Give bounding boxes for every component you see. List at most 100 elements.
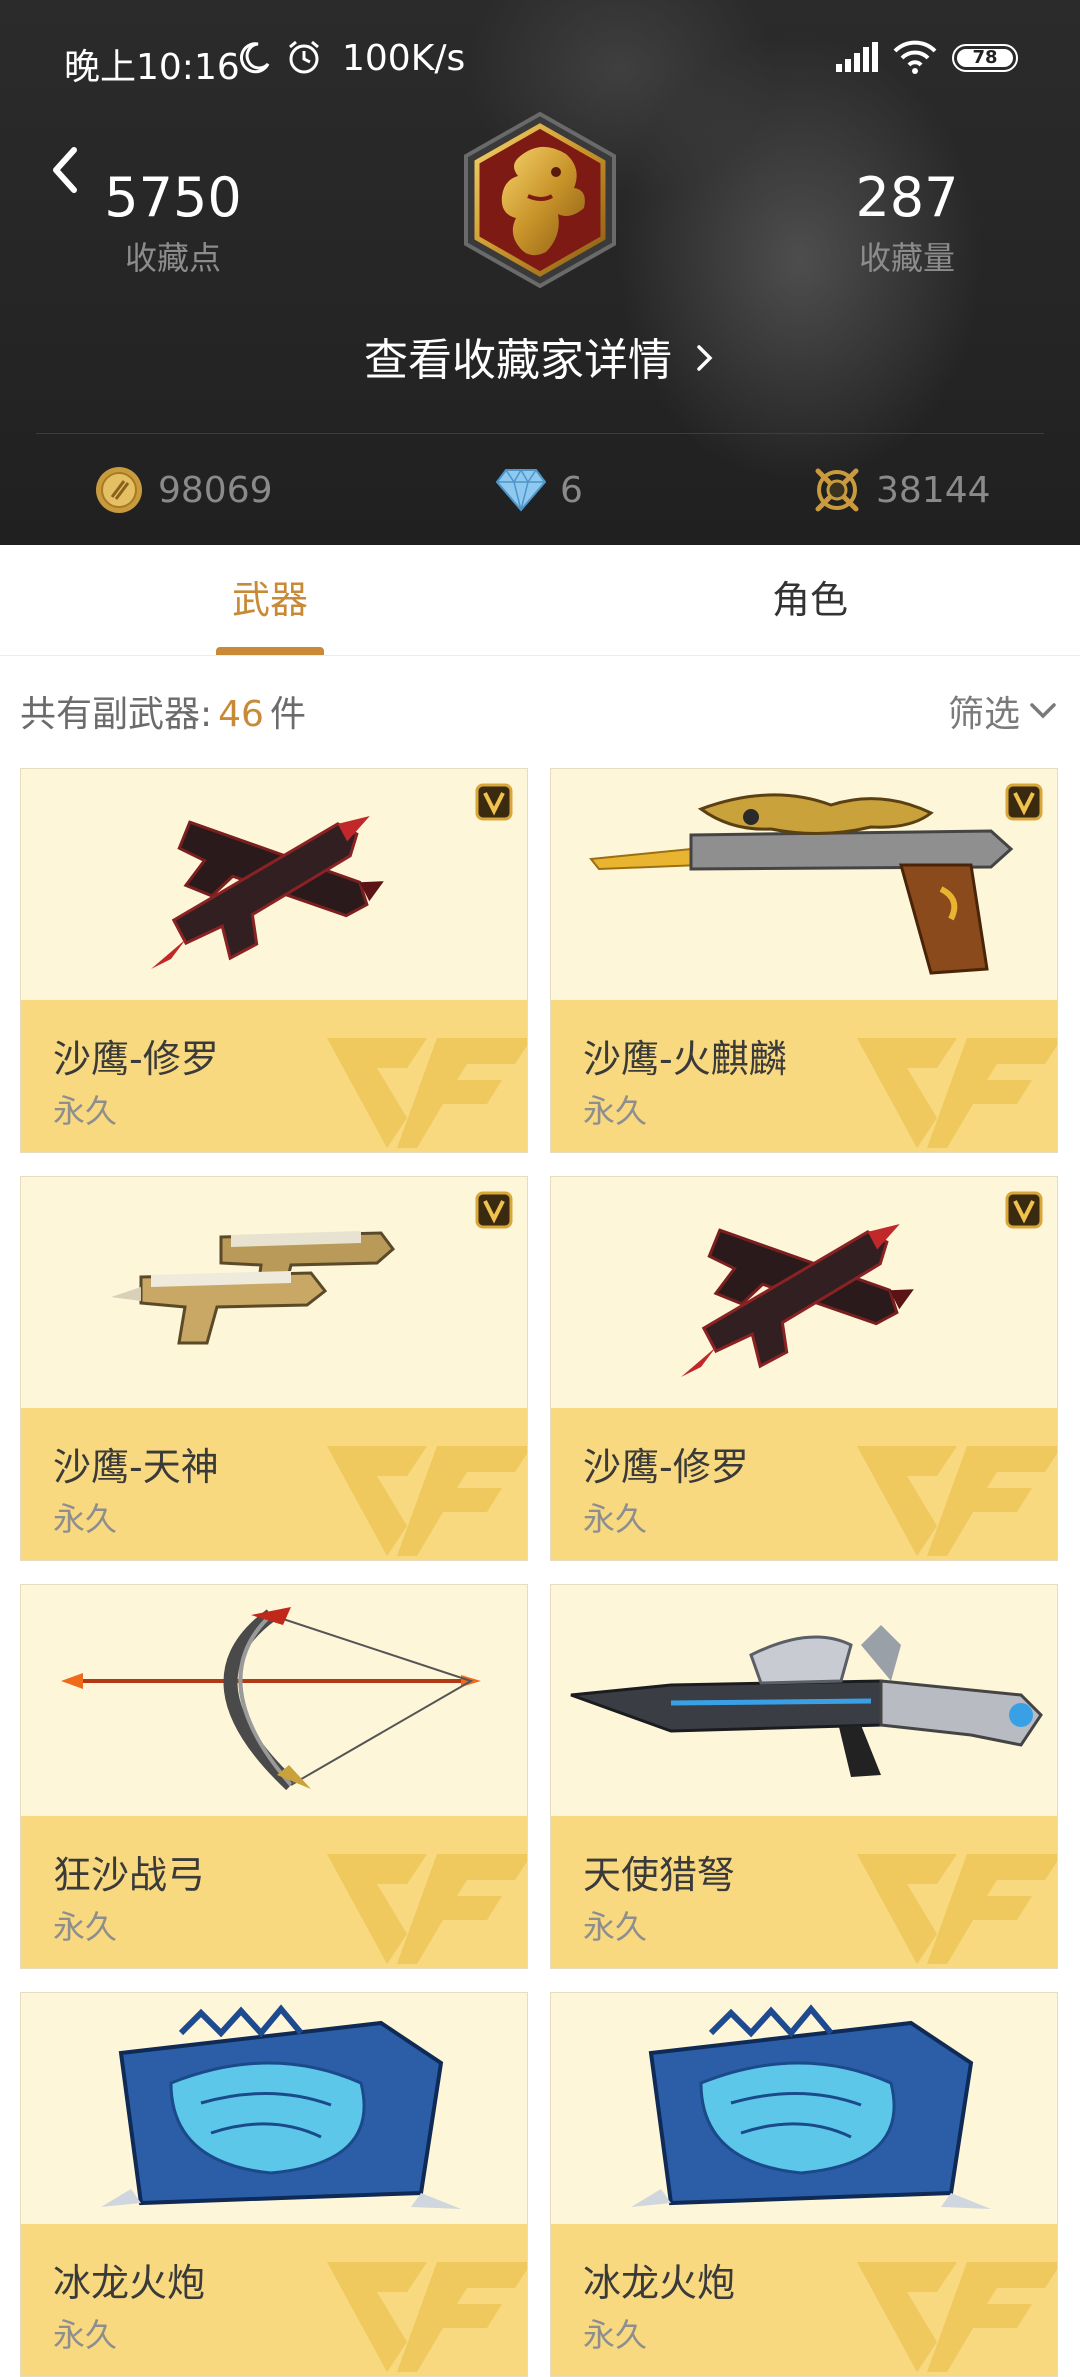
filter-button[interactable]: 筛选 bbox=[948, 685, 1060, 737]
cf-logo-icon bbox=[857, 1038, 1057, 1148]
weapon-image-area bbox=[21, 1585, 527, 1816]
item-count-prefix: 共有副武器: bbox=[20, 694, 213, 735]
weapon-card[interactable]: 冰龙火炮 永久 bbox=[20, 1992, 528, 2377]
collection-points-label: 收藏点 bbox=[124, 239, 221, 277]
chevron-right-icon bbox=[697, 345, 713, 371]
diamond-icon bbox=[496, 468, 546, 512]
gold-coin-icon bbox=[96, 467, 142, 513]
item-count-text: 共有副武器: 46 件 bbox=[20, 685, 306, 737]
weapon-image-area bbox=[21, 1177, 527, 1408]
cf-logo-icon bbox=[327, 1446, 527, 1556]
weapon-info-area: 冰龙火炮 永久 bbox=[21, 2224, 527, 2376]
vip-badge-icon bbox=[475, 1191, 513, 1229]
weapon-image-area bbox=[21, 769, 527, 1000]
weapon-name: 冰龙火炮 bbox=[53, 2261, 206, 2305]
weapon-name: 沙鹰-修罗 bbox=[53, 1037, 219, 1081]
weapon-info-area: 沙鹰-火麒麟 永久 bbox=[551, 1000, 1057, 1152]
dual-pistol-dark-icon bbox=[151, 815, 384, 969]
weapon-image-area bbox=[21, 1993, 527, 2224]
ice-dragon-cannon-icon bbox=[101, 2004, 461, 2209]
currency-honor: 38144 bbox=[812, 460, 991, 520]
cf-logo-icon bbox=[327, 1038, 527, 1148]
item-count-number: 46 bbox=[218, 694, 264, 735]
weapon-card[interactable]: 冰龙火炮 永久 bbox=[550, 1992, 1058, 2377]
weapon-duration: 永久 bbox=[53, 1092, 118, 1130]
header-divider bbox=[36, 433, 1044, 434]
weapon-duration: 永久 bbox=[53, 2316, 118, 2354]
collection-points-stat: 5750 收藏点 bbox=[48, 165, 298, 279]
weapon-card[interactable]: 沙鹰-火麒麟 永久 bbox=[550, 768, 1058, 1153]
filter-label: 筛选 bbox=[947, 694, 1020, 735]
diamond-value: 6 bbox=[560, 469, 583, 511]
currency-gold: 98069 bbox=[94, 460, 273, 520]
category-tabs: 武器 角色 bbox=[0, 545, 1080, 656]
vip-badge-icon bbox=[1005, 783, 1043, 821]
moon-icon bbox=[239, 42, 270, 74]
network-speed: 100K/s bbox=[342, 38, 466, 79]
dual-gold-pistol-icon bbox=[111, 1231, 396, 1345]
weapon-card[interactable]: 沙鹰-修罗 永久 bbox=[20, 768, 528, 1153]
item-count-unit: 件 bbox=[269, 694, 306, 735]
weapon-duration: 永久 bbox=[583, 1908, 648, 1946]
collection-points-value: 5750 bbox=[104, 166, 242, 229]
weapon-info-area: 天使猎弩 永久 bbox=[551, 1816, 1057, 1968]
gold-value: 98069 bbox=[158, 469, 273, 511]
wifi-icon bbox=[893, 40, 937, 74]
collector-header: 晚上10:16 100K/s 78 5750 收藏点 287 收藏量 查看收藏家… bbox=[0, 0, 1080, 545]
cf-logo-icon bbox=[327, 2262, 527, 2372]
weapon-image-area bbox=[551, 1993, 1057, 2224]
weapon-card[interactable]: 沙鹰-天神 永久 bbox=[20, 1176, 528, 1561]
cf-logo-icon bbox=[857, 2262, 1057, 2372]
vip-badge-icon bbox=[475, 783, 513, 821]
alarm-icon bbox=[289, 40, 319, 74]
weapon-duration: 永久 bbox=[583, 1092, 648, 1130]
status-time: 晚上10:16 bbox=[64, 47, 240, 88]
cf-logo-icon bbox=[857, 1446, 1057, 1556]
summary-row: 共有副武器: 46 件 筛选 bbox=[0, 665, 1080, 755]
active-tab-indicator bbox=[216, 647, 324, 655]
tab-weapons[interactable]: 武器 bbox=[0, 545, 540, 655]
golden-dragon-pistol-icon bbox=[589, 793, 1014, 975]
crossed-swords-icon bbox=[815, 468, 859, 512]
tab-characters[interactable]: 角色 bbox=[540, 545, 1080, 655]
weapon-image-area bbox=[551, 769, 1057, 1000]
ice-dragon-cannon-icon bbox=[631, 2004, 991, 2209]
crossbow-icon bbox=[570, 1625, 1043, 1777]
weapon-info-area: 沙鹰-天神 永久 bbox=[21, 1408, 527, 1560]
weapon-name: 沙鹰-修罗 bbox=[583, 1445, 749, 1489]
dual-pistol-dark-icon bbox=[681, 1223, 914, 1377]
weapon-info-area: 狂沙战弓 永久 bbox=[21, 1816, 527, 1968]
weapon-image-area bbox=[551, 1177, 1057, 1408]
weapon-duration: 永久 bbox=[583, 1500, 648, 1538]
weapon-image-area bbox=[551, 1585, 1057, 1816]
collector-rank-badge-icon[interactable] bbox=[458, 110, 622, 290]
vip-badge-icon bbox=[1005, 1191, 1043, 1229]
currency-diamond: 6 bbox=[496, 460, 583, 520]
collector-details-label: 查看收藏家详情 bbox=[364, 335, 672, 386]
weapon-name: 沙鹰-天神 bbox=[53, 1445, 219, 1489]
battery-icon: 78 bbox=[952, 44, 1018, 72]
weapon-info-area: 沙鹰-修罗 永久 bbox=[551, 1408, 1057, 1560]
signal-icon bbox=[836, 42, 878, 72]
collector-details-link[interactable]: 查看收藏家详情 bbox=[0, 324, 1080, 388]
weapon-card[interactable]: 沙鹰-修罗 永久 bbox=[550, 1176, 1058, 1561]
collection-count-stat: 287 收藏量 bbox=[782, 165, 1032, 279]
honor-value: 38144 bbox=[876, 469, 991, 511]
status-bar: 晚上10:16 100K/s 78 bbox=[0, 0, 1080, 120]
weapon-name: 沙鹰-火麒麟 bbox=[583, 1037, 787, 1081]
collection-count-label: 收藏量 bbox=[858, 239, 955, 277]
weapon-duration: 永久 bbox=[53, 1908, 118, 1946]
weapon-info-area: 冰龙火炮 永久 bbox=[551, 2224, 1057, 2376]
weapon-duration: 永久 bbox=[53, 1500, 118, 1538]
weapon-duration: 永久 bbox=[583, 2316, 648, 2354]
weapon-card[interactable]: 狂沙战弓 永久 bbox=[20, 1584, 528, 1969]
cf-logo-icon bbox=[327, 1854, 527, 1964]
weapon-info-area: 沙鹰-修罗 永久 bbox=[21, 1000, 527, 1152]
weapon-card[interactable]: 天使猎弩 永久 bbox=[550, 1584, 1058, 1969]
weapon-name: 狂沙战弓 bbox=[53, 1853, 206, 1897]
cf-logo-icon bbox=[857, 1854, 1057, 1964]
weapon-name: 冰龙火炮 bbox=[583, 2261, 736, 2305]
collection-count-value: 287 bbox=[855, 166, 959, 229]
bow-icon bbox=[61, 1607, 481, 1791]
chevron-down-icon bbox=[1030, 703, 1056, 719]
